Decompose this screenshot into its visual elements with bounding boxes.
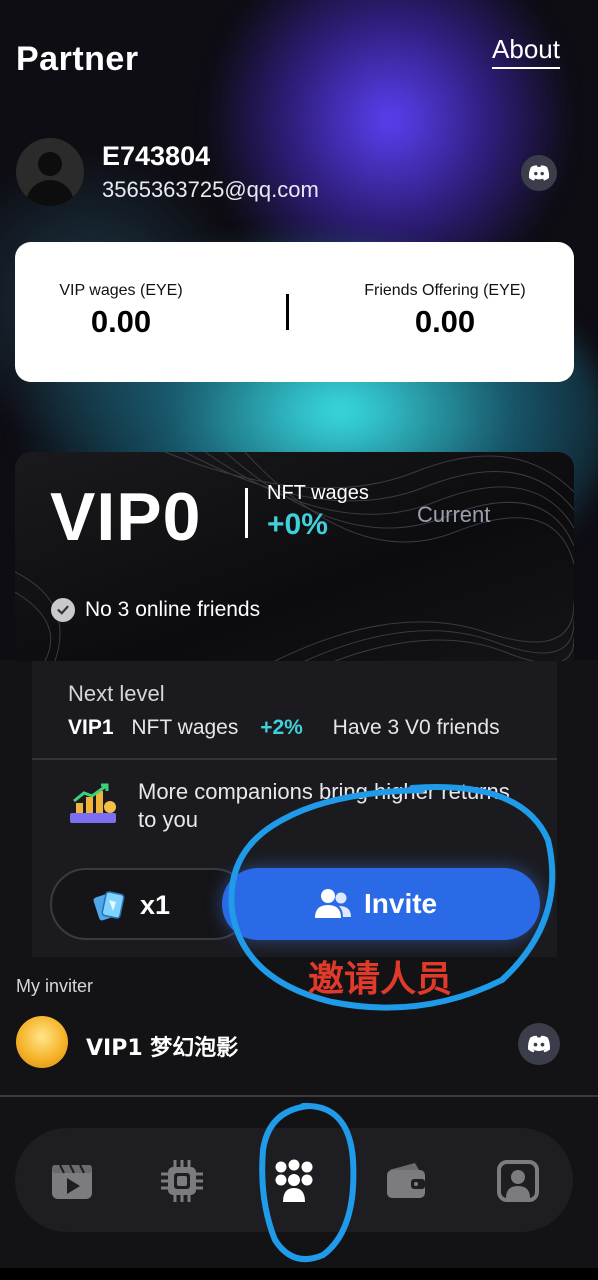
check-icon	[51, 598, 75, 622]
friends-offering-stat: Friends Offering (EYE) 0.00	[355, 282, 535, 340]
friends-offering-value: 0.00	[414, 304, 476, 339]
chip-icon	[161, 1160, 203, 1202]
next-nft-label: NFT wages	[131, 716, 239, 739]
vip-wages-value: 0.00	[90, 304, 152, 339]
next-nft-pct: +2%	[260, 716, 303, 739]
vip-wages-stat: VIP wages (EYE) 0.00	[55, 282, 187, 340]
nav-item-chip[interactable]	[157, 1156, 207, 1206]
user-email: 3565363725@qq.com	[102, 177, 319, 202]
inviter-section-label: My inviter	[16, 976, 94, 996]
current-badge: Current	[417, 502, 491, 527]
next-level-name: VIP1	[68, 716, 114, 739]
annotation-nav-circle	[259, 1102, 357, 1262]
about-link[interactable]: About	[492, 34, 560, 69]
nav-item-wallet[interactable]	[381, 1156, 431, 1206]
card-count-pill[interactable]: x1	[50, 868, 250, 940]
profile-icon	[497, 1160, 539, 1202]
nft-wages-label: NFT wages	[267, 482, 369, 504]
stats-divider	[286, 294, 289, 330]
avatar[interactable]	[16, 138, 84, 206]
discord-icon[interactable]	[518, 1023, 560, 1065]
vip-level: VIP0	[50, 479, 202, 555]
vip-wages-label: VIP wages (EYE)	[59, 282, 183, 299]
growth-chart-icon	[70, 783, 116, 823]
divider	[0, 1095, 598, 1097]
inviter-name: VIP1 梦幻泡影	[86, 1036, 239, 1061]
page-title: Partner	[16, 40, 139, 78]
nav-item-video[interactable]	[47, 1156, 97, 1206]
next-level-row: VIP1 NFT wages +2% Have 3 V0 friends	[68, 716, 500, 740]
vip-condition: No 3 online friends	[85, 598, 261, 621]
video-icon	[52, 1164, 92, 1199]
wallet-icon	[387, 1163, 425, 1198]
inviter-avatar	[16, 1016, 68, 1068]
card-count: x1	[140, 890, 171, 920]
user-id: E743804	[102, 141, 211, 171]
nav-item-profile[interactable]	[493, 1156, 543, 1206]
cards-icon	[93, 891, 125, 921]
annotation-text: 邀请人员	[308, 959, 453, 1000]
next-level-requirement: Have 3 V0 friends	[332, 716, 500, 739]
system-bar	[0, 1268, 598, 1280]
vip-level-card: VIP0 NFT wages +0% Current No 3 online f…	[15, 452, 574, 661]
earnings-card: VIP wages (EYE) 0.00 Friends Offering (E…	[15, 242, 574, 382]
next-level-title: Next level	[68, 681, 165, 706]
vip-separator	[245, 488, 248, 538]
discord-icon[interactable]	[521, 155, 557, 191]
divider	[32, 758, 557, 760]
nft-wages-pct: +0%	[267, 508, 328, 541]
friends-offering-label: Friends Offering (EYE)	[364, 282, 526, 299]
